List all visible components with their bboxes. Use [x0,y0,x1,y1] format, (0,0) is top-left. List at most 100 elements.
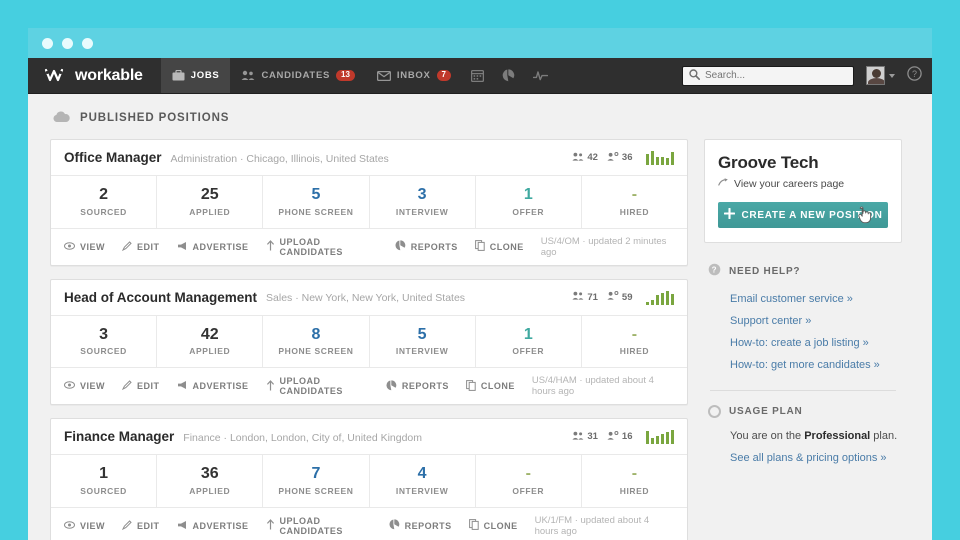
job-title[interactable]: Head of Account Management [64,290,257,305]
job-title[interactable]: Finance Manager [64,429,174,444]
stage-hired[interactable]: - HIRED [582,455,687,507]
action-advertise[interactable]: ADVERTISE [177,380,249,392]
action-label: ADVERTISE [192,381,249,392]
stage-applied[interactable]: 25 APPLIED [157,176,264,228]
action-label: REPORTS [410,241,458,252]
stage-phone-screen[interactable]: 7 PHONE SCREEN [263,455,370,507]
job-meta: Finance · London, London, City of, Unite… [183,431,423,444]
pie-chart-icon[interactable] [493,58,524,93]
stage-sourced[interactable]: 3 SOURCED [51,315,158,368]
pie-chart-icon [386,380,397,393]
action-reports[interactable]: REPORTS [389,519,452,532]
stage-phone-screen[interactable]: 8 PHONE SCREEN [263,315,370,368]
stage-label: OFFER [512,206,545,217]
person-add-icon [607,430,619,443]
action-edit[interactable]: EDIT [121,240,160,253]
action-label: UPLOAD CANDIDATES [279,376,343,397]
help-link-email[interactable]: Email customer service » [708,288,898,310]
action-clone[interactable]: CLONE [474,240,524,253]
brand-name: workable [75,66,143,84]
browser-window: workable JOBS CANDIDATES 13 INBOX 7 Sear… [28,28,932,540]
pricing-options-link[interactable]: See all plans & pricing options » [708,447,898,469]
plan-name: Professional [804,430,871,442]
action-view[interactable]: VIEW [64,242,105,252]
careers-page-link[interactable]: View your careers page [718,178,888,190]
search-icon [689,67,700,85]
window-maximize-dot[interactable] [82,37,93,49]
create-new-position-button[interactable]: CREATE A NEW POSITION [718,202,888,228]
stage-label: INTERVIEW [395,485,449,496]
calendar-icon[interactable] [462,58,493,93]
sparkline [645,290,674,305]
stage-applied[interactable]: 42 APPLIED [157,315,264,368]
views-count: 71 [587,291,598,303]
action-clone[interactable]: CLONE [468,519,518,532]
stage-label: HIRED [619,206,650,217]
person-add-icon [607,291,619,303]
stage-sourced[interactable]: 2 SOURCED [51,176,158,228]
stage-offer[interactable]: - OFFER [476,455,582,507]
action-view[interactable]: VIEW [64,381,105,391]
action-upload-candidates[interactable]: UPLOAD CANDIDATES [266,516,372,536]
action-reports[interactable]: REPORTS [386,380,449,393]
job-title[interactable]: Office Manager [64,150,162,165]
candidates-count: 16 [621,431,633,443]
stage-interview[interactable]: 4 INTERVIEW [370,455,476,507]
job-card-header: Finance Manager Finance · London, London… [51,419,687,456]
sparkline-bar [645,431,649,445]
stage-interview[interactable]: 3 INTERVIEW [370,176,476,228]
action-advertise[interactable]: ADVERTISE [177,520,249,532]
stage-value: - [631,186,638,203]
help-icon[interactable]: ? [907,65,922,86]
action-advertise[interactable]: ADVERTISE [177,241,249,253]
copy-icon [474,240,485,253]
window-close-dot[interactable] [42,37,53,49]
action-edit[interactable]: EDIT [121,380,160,392]
stage-label: APPLIED [189,206,231,217]
search-input[interactable] [705,70,847,81]
stage-offer[interactable]: 1 OFFER [476,315,582,368]
activity-icon[interactable] [524,58,557,93]
stage-hired[interactable]: - HIRED [582,316,687,368]
window-minimize-dot[interactable] [62,37,73,49]
stage-phone-screen[interactable]: 5 PHONE SCREEN [263,176,370,228]
section-header: PUBLISHED POSITIONS [50,110,910,126]
mouse-cursor [857,206,872,227]
help-link-support-center[interactable]: Support center » [708,310,898,332]
stage-offer[interactable]: 1 OFFER [476,176,582,228]
nav-item-candidates[interactable]: CANDIDATES 13 [230,58,365,93]
stage-sourced[interactable]: 1 SOURCED [51,455,158,507]
user-menu[interactable] [866,66,895,85]
stage-hired[interactable]: - HIRED [582,176,687,228]
candidates-badge: 13 [336,70,355,81]
action-label: VIEW [80,520,106,531]
stage-applied[interactable]: 36 APPLIED [157,455,264,507]
sparkline-bar [655,294,659,305]
people-icon [572,291,584,303]
search-box[interactable] [682,65,854,86]
stage-value: 7 [311,465,321,483]
action-edit[interactable]: EDIT [121,520,160,532]
megaphone-icon [177,380,188,392]
nav-item-jobs[interactable]: JOBS [160,58,231,93]
job-header-stats: 71 59 [572,290,674,305]
job-card-header: Head of Account Management Sales · New Y… [51,280,687,316]
help-link-more-candidates[interactable]: How-to: get more candidates » [708,354,898,376]
pencil-icon [121,240,132,253]
action-reports[interactable]: REPORTS [395,240,458,253]
stage-value: - [631,325,638,343]
nav-item-inbox[interactable]: INBOX 7 [366,58,462,93]
nav-label-candidates: CANDIDATES [261,70,331,81]
brand-logo[interactable]: workable [28,58,161,93]
nav-label-inbox: INBOX [396,70,431,81]
action-view[interactable]: VIEW [64,521,105,531]
stage-label: SOURCED [80,485,127,496]
action-upload-candidates[interactable]: UPLOAD CANDIDATES [266,376,369,396]
usage-plan-title: USAGE PLAN [729,406,803,417]
help-link-create-job-listing[interactable]: How-to: create a job listing » [708,332,898,354]
job-card: Head of Account Management Sales · New Y… [50,278,688,406]
action-upload-candidates[interactable]: UPLOAD CANDIDATES [266,237,378,257]
action-clone[interactable]: CLONE [465,379,515,393]
arrow-icon [718,178,729,190]
stage-interview[interactable]: 5 INTERVIEW [370,315,476,368]
